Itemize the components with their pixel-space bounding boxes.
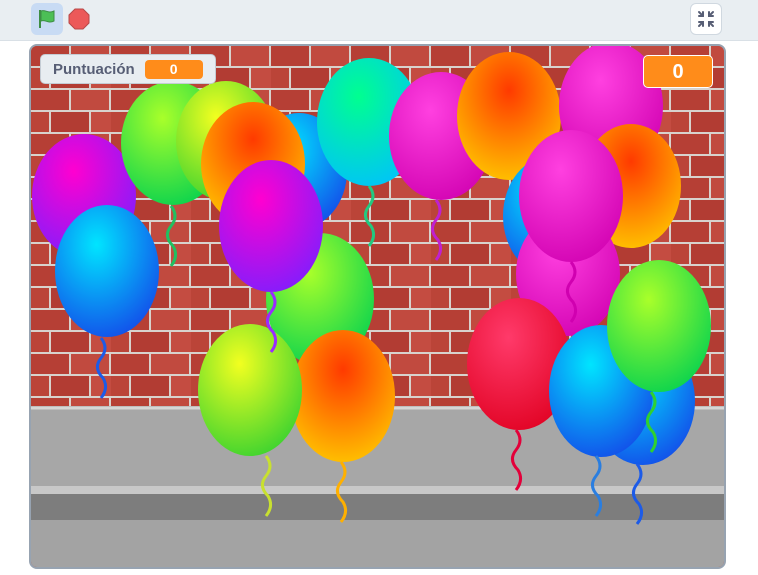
stop-icon: [68, 8, 90, 30]
game-stage[interactable]: Puntuación 0 0: [29, 44, 726, 569]
player-toolbar: [0, 0, 758, 41]
stop-button[interactable]: [66, 6, 92, 32]
shrink-stage-icon: [698, 11, 714, 27]
score-monitor[interactable]: Puntuación 0: [40, 54, 216, 84]
monitor-value: 0: [144, 59, 203, 79]
stage-backdrop: [31, 46, 724, 567]
shrink-stage-button[interactable]: [690, 3, 722, 35]
green-flag-button[interactable]: [31, 3, 63, 35]
green-flag-icon: [39, 10, 55, 28]
monitor-label: Puntuación: [53, 60, 135, 78]
score-display: 0: [643, 55, 713, 88]
